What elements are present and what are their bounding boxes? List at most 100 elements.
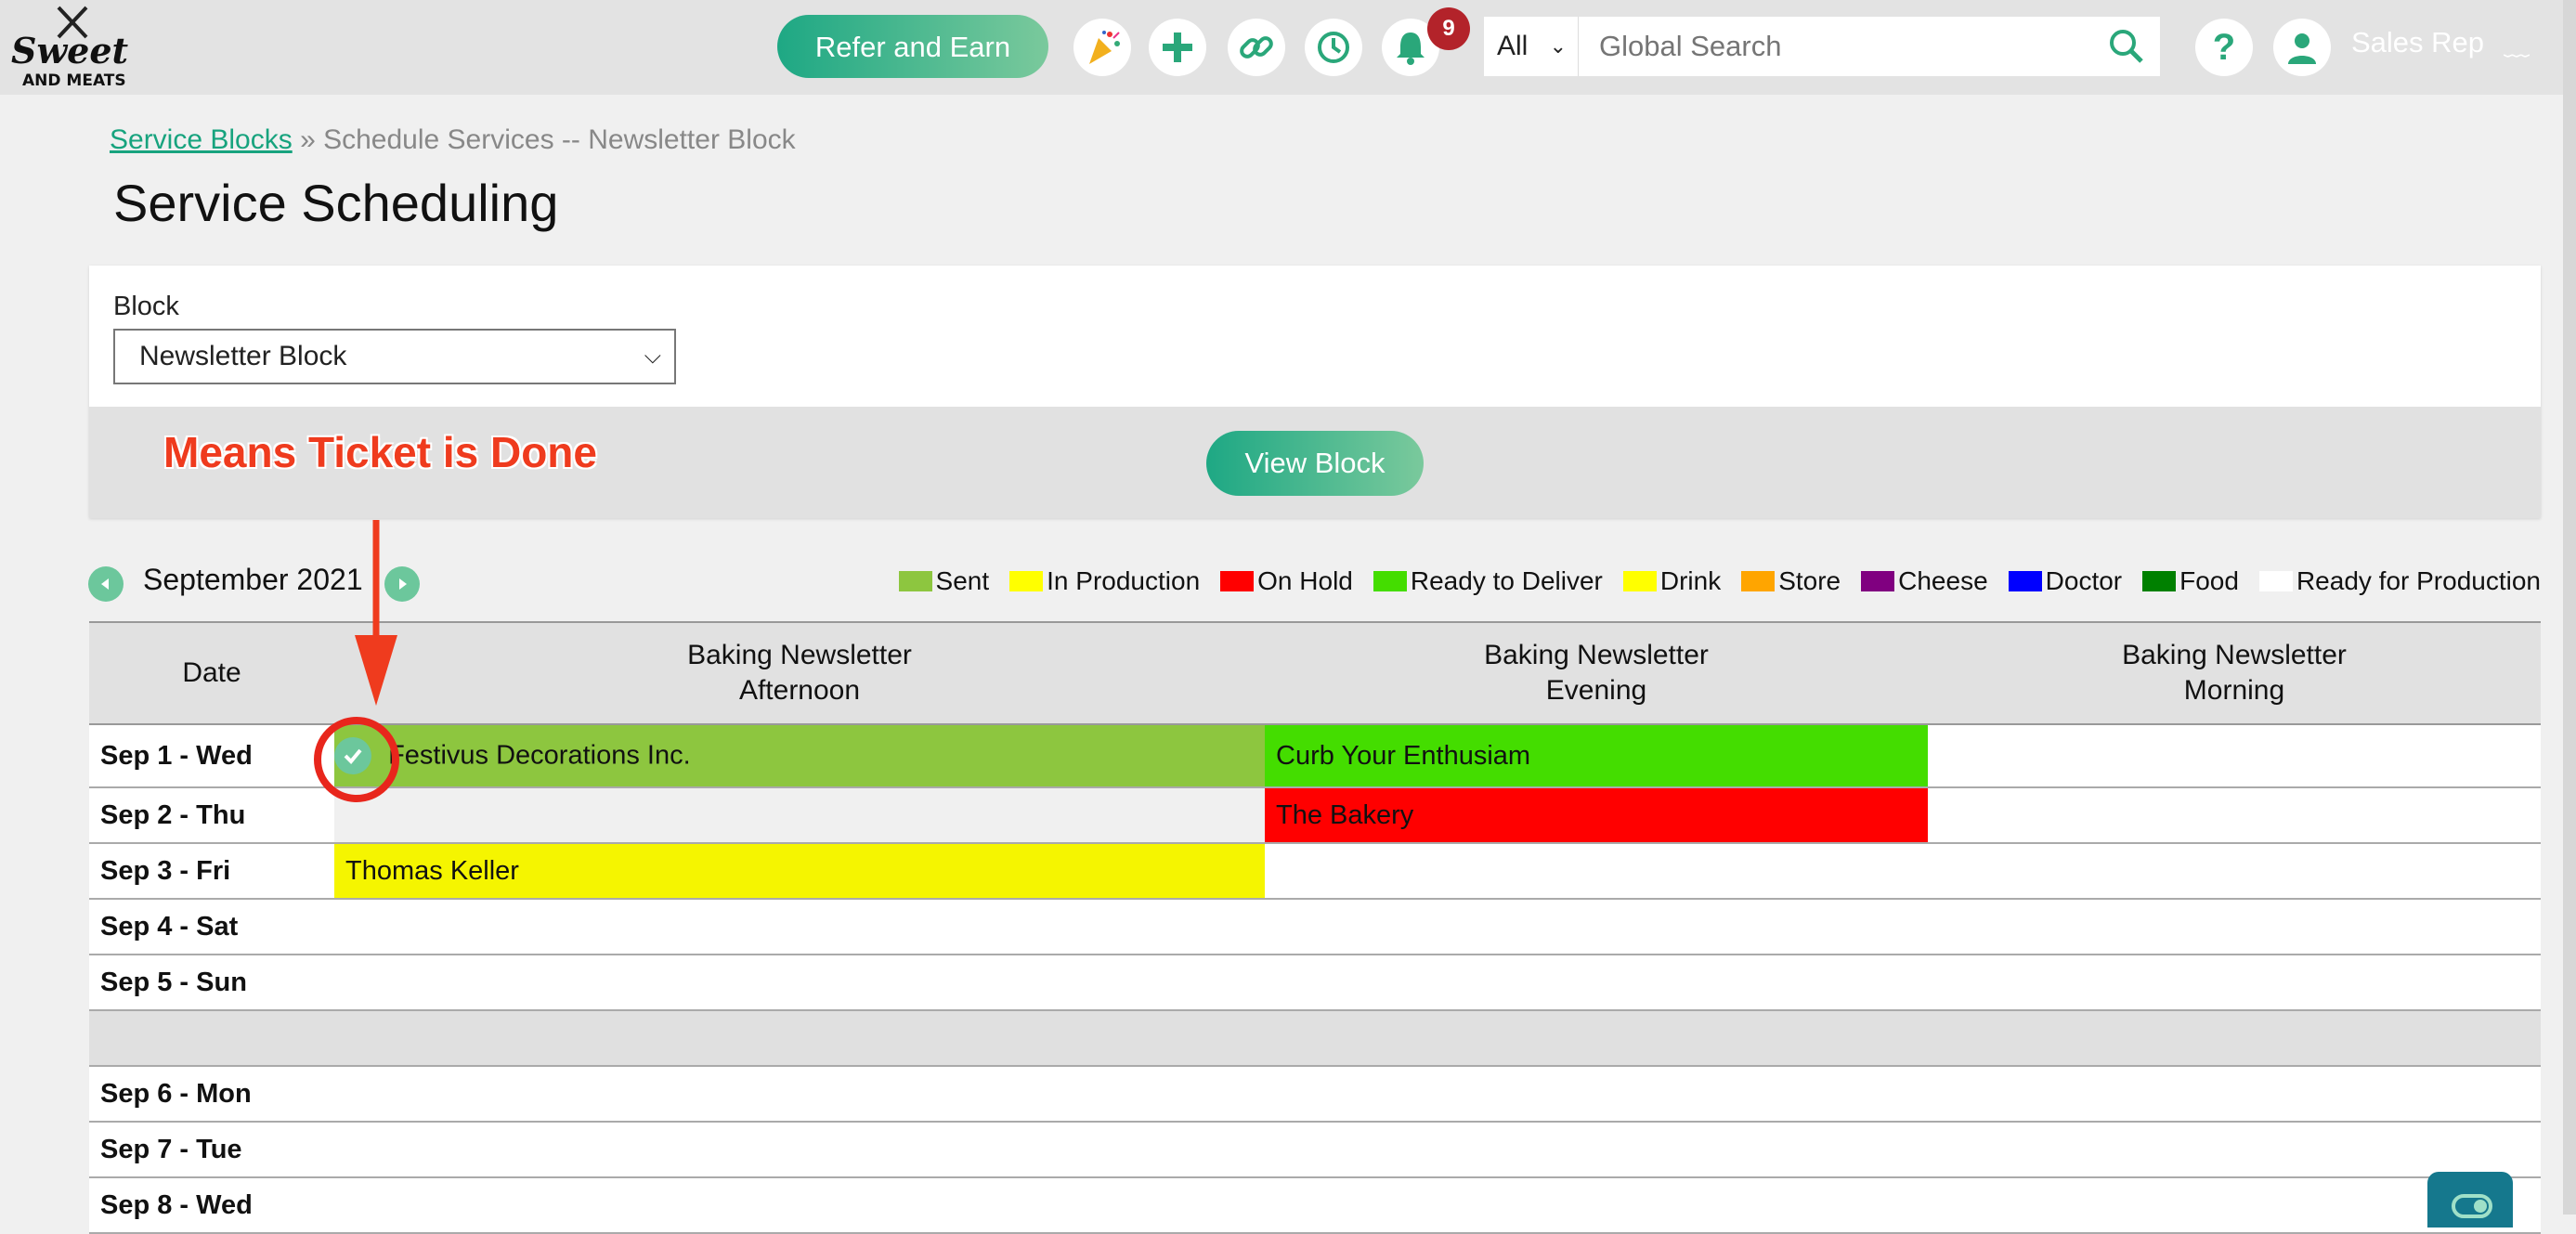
search-scope-select[interactable]: All ⌄ xyxy=(1484,17,1579,76)
svg-text:Sweets: Sweets xyxy=(11,30,128,71)
week-separator-row xyxy=(89,1010,2541,1067)
history-icon[interactable] xyxy=(1305,19,1362,76)
column-header-label: Baking Newsletter xyxy=(687,640,912,670)
schedule-cell[interactable] xyxy=(1265,1066,1928,1123)
column-header-afternoon: Baking Newsletter Afternoon xyxy=(334,621,1265,725)
legend-label: Sent xyxy=(935,566,990,595)
schedule-cell[interactable] xyxy=(1265,1177,1928,1234)
date-cell: Sep 7 - Tue xyxy=(89,1122,334,1178)
column-header-label: Baking Newsletter xyxy=(2122,640,2347,670)
schedule-cell-sent[interactable]: Festivus Decorations Inc. xyxy=(314,717,1265,802)
party-icon[interactable] xyxy=(1073,19,1131,76)
schedule-cell[interactable] xyxy=(334,899,1265,955)
date-cell: Sep 5 - Sun xyxy=(89,954,334,1011)
legend-label: Cheese xyxy=(1898,566,1988,595)
legend-item: In Production xyxy=(1009,566,1200,596)
user-name[interactable]: Sales Rep xyxy=(2351,26,2484,59)
schedule-cell[interactable] xyxy=(1928,954,2541,1011)
schedule-cell[interactable] xyxy=(1265,954,1928,1011)
user-icon[interactable] xyxy=(2273,19,2331,76)
help-icon[interactable]: ? xyxy=(2195,19,2253,76)
breadcrumb-separator: » xyxy=(300,124,316,155)
schedule-cell[interactable] xyxy=(1265,899,1928,955)
chat-widget-button[interactable] xyxy=(2427,1172,2513,1228)
legend-item: Ready to Deliver xyxy=(1373,566,1603,596)
schedule-cell[interactable] xyxy=(1928,1066,2541,1123)
column-header-morning: Baking Newsletter Morning xyxy=(1928,621,2541,725)
legend-item: Sent xyxy=(898,566,990,596)
block-select[interactable]: Newsletter Block ⌵ xyxy=(113,329,676,384)
column-header-sublabel: Morning xyxy=(2183,675,2285,706)
breadcrumb-current: Schedule Services -- Newsletter Block xyxy=(323,124,796,155)
legend-swatch xyxy=(1373,571,1407,591)
table-row: Sep 2 - Thu The Bakery xyxy=(89,787,2541,844)
legend-item: Cheese xyxy=(1861,566,1988,596)
column-header-evening: Baking Newsletter Evening xyxy=(1265,621,1928,725)
chevron-down-icon: ⌄ xyxy=(1549,34,1567,58)
global-search-input[interactable] xyxy=(1579,17,2160,76)
schedule-cell-in-production[interactable]: Thomas Keller xyxy=(334,843,1265,900)
legend-label: Store xyxy=(1778,566,1841,595)
view-block-button[interactable]: View Block xyxy=(1206,431,1424,496)
table-row: Sep 4 - Sat xyxy=(89,899,2541,955)
month-label: September 2021 xyxy=(143,563,363,596)
week-separator-cell xyxy=(89,1010,334,1067)
search-scope-value: All xyxy=(1497,31,1529,61)
legend-label: Doctor xyxy=(2045,566,2123,595)
search-icon[interactable] xyxy=(2108,28,2145,65)
company-logo[interactable]: Sweets AND MEATS xyxy=(7,2,128,91)
prev-month-button[interactable] xyxy=(88,566,124,602)
table-header-row: Date Baking Newsletter Afternoon Baking N… xyxy=(89,621,2541,725)
plus-icon[interactable] xyxy=(1149,19,1206,76)
block-panel: Block Newsletter Block ⌵ View Block xyxy=(89,266,2541,518)
schedule-cell[interactable] xyxy=(334,1066,1265,1123)
legend-item: Doctor xyxy=(2008,566,2123,596)
date-cell: Sep 3 - Fri xyxy=(89,843,334,900)
table-row: Sep 1 - Wed Festivus Decorations Inc. Cu… xyxy=(89,717,2541,802)
schedule-cell-on-hold[interactable]: The Bakery xyxy=(1265,787,1928,844)
schedule-cell[interactable] xyxy=(1928,724,2541,788)
schedule-cell[interactable] xyxy=(1928,899,2541,955)
week-separator-cell xyxy=(1265,1010,1928,1067)
block-select-value: Newsletter Block xyxy=(139,341,347,371)
svg-text:AND MEATS: AND MEATS xyxy=(22,71,126,90)
legend-label: Ready to Deliver xyxy=(1410,566,1603,595)
schedule-cell[interactable] xyxy=(1928,787,2541,844)
table-row: Sep 8 - Wed xyxy=(89,1177,2541,1234)
status-legend: Sent In Production On Hold Ready to Deli… xyxy=(878,566,2541,596)
chevron-down-icon[interactable]: ﹏ xyxy=(2504,26,2530,63)
legend-label: Drink xyxy=(1659,566,1722,595)
legend-item: Store xyxy=(1741,566,1841,596)
legend-swatch xyxy=(2258,571,2293,591)
table-row: Sep 3 - Fri Thomas Keller xyxy=(89,843,2541,900)
schedule-cell[interactable] xyxy=(334,1177,1265,1234)
notification-badge: 9 xyxy=(1427,7,1470,50)
schedule-cell[interactable] xyxy=(1265,843,1928,900)
breadcrumb-link-service-blocks[interactable]: Service Blocks xyxy=(110,124,293,155)
refer-and-earn-button[interactable]: Refer and Earn xyxy=(777,15,1048,78)
legend-label: On Hold xyxy=(1257,566,1353,595)
column-header-sublabel: Evening xyxy=(1545,675,1647,706)
legend-swatch xyxy=(2008,571,2042,591)
schedule-cell[interactable] xyxy=(1265,1122,1928,1178)
schedule-cell[interactable] xyxy=(334,1122,1265,1178)
link-icon[interactable] xyxy=(1228,19,1285,76)
schedule-cell[interactable] xyxy=(1928,1122,2541,1178)
schedule-cell[interactable] xyxy=(334,954,1265,1011)
column-header-sublabel: Afternoon xyxy=(738,675,861,706)
date-cell: Sep 2 - Thu xyxy=(89,787,334,844)
legend-item: Food xyxy=(2142,566,2239,596)
date-cell: Sep 6 - Mon xyxy=(89,1066,334,1123)
schedule-cell-ready-to-deliver[interactable]: Curb Your Enthusiam xyxy=(1265,724,1928,788)
week-separator-cell xyxy=(334,1010,1265,1067)
schedule-cell[interactable] xyxy=(1928,843,2541,900)
schedule-item-label[interactable]: Festivus Decorations Inc. xyxy=(388,741,691,771)
schedule-cell[interactable] xyxy=(334,787,1265,844)
legend-label: Food xyxy=(2179,566,2239,595)
legend-swatch xyxy=(1622,571,1657,591)
legend-item: On Hold xyxy=(1220,566,1353,596)
table-row: Sep 5 - Sun xyxy=(89,954,2541,1011)
legend-swatch xyxy=(1861,571,1895,591)
date-cell: Sep 1 - Wed xyxy=(89,724,334,788)
top-bar: Sweets AND MEATS Refer and Earn xyxy=(0,0,2576,95)
